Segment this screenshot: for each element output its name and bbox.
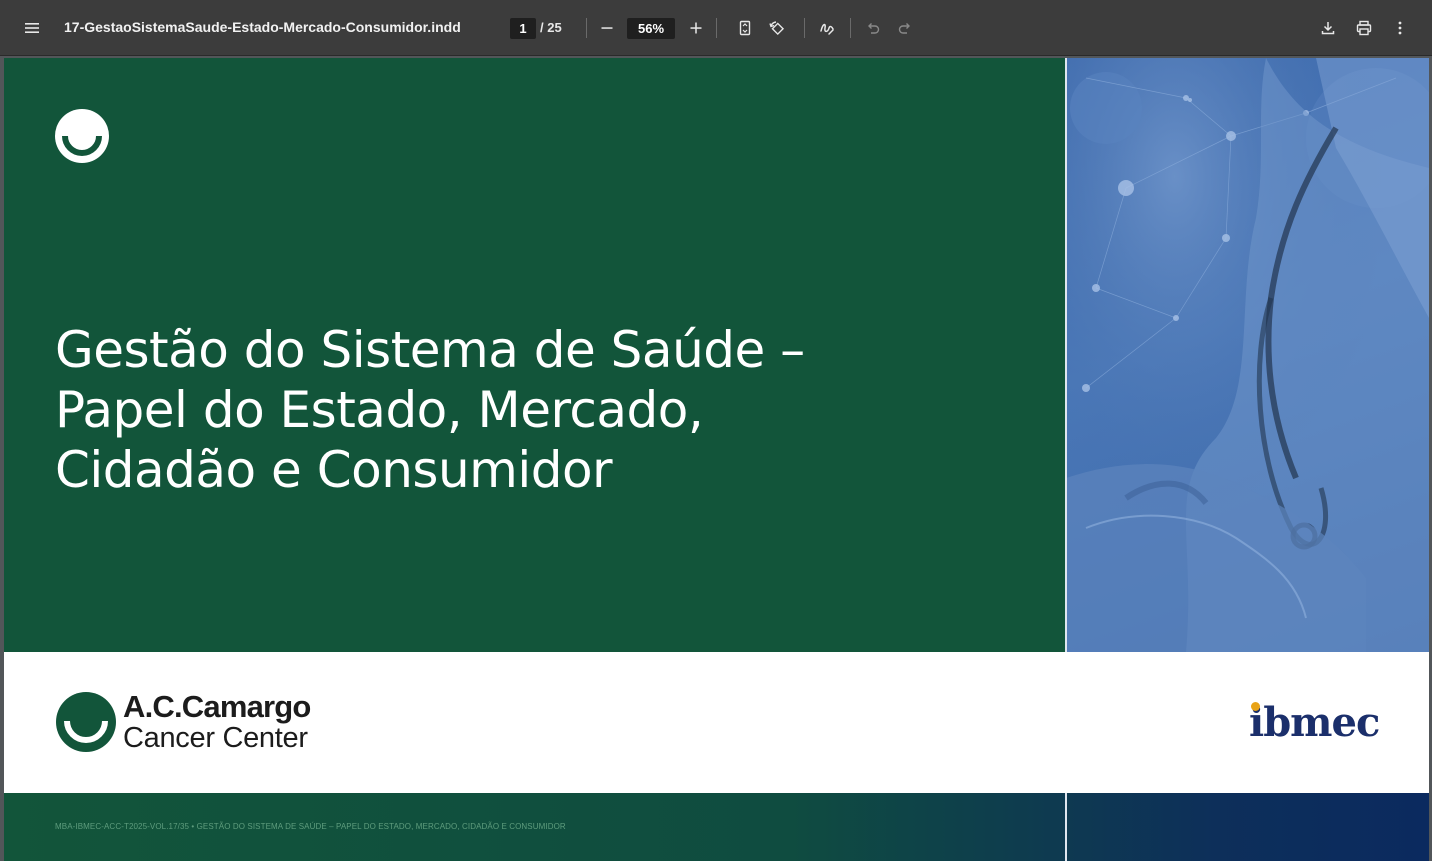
zoom-out-icon[interactable] xyxy=(592,13,622,43)
footer-text: MBA-IBMEC-ACC-T2025-VOL.17/35 • GESTÃO D… xyxy=(55,822,566,831)
page-number-input[interactable]: 1 xyxy=(510,18,536,39)
page-total: / 25 xyxy=(540,20,562,35)
menu-icon[interactable] xyxy=(17,13,47,43)
document-title: 17-GestaoSistemaSaude-Estado-Mercado-Con… xyxy=(64,19,461,35)
toolbar-divider xyxy=(716,18,717,38)
undo-icon[interactable] xyxy=(858,13,888,43)
acc-camargo-logo: A.C.Camargo Cancer Center xyxy=(55,690,311,754)
acc-subtitle: Cancer Center xyxy=(123,722,308,754)
pdf-toolbar: 17-GestaoSistemaSaude-Estado-Mercado-Con… xyxy=(0,0,1432,56)
toolbar-divider xyxy=(804,18,805,38)
cover-title-line: Cidadão e Consumidor xyxy=(55,441,613,499)
toolbar-divider xyxy=(586,18,587,38)
doctor-image xyxy=(1066,58,1429,652)
acc-name: A.C.Camargo xyxy=(123,689,311,724)
cover-photo xyxy=(1066,58,1429,652)
acc-smile-logo-icon xyxy=(55,109,109,163)
toolbar-divider xyxy=(850,18,851,38)
footer-divider xyxy=(1065,793,1067,861)
zoom-level-input[interactable]: 56% xyxy=(627,18,675,39)
panel-divider xyxy=(1065,58,1067,652)
download-icon[interactable] xyxy=(1313,13,1343,43)
fit-page-icon[interactable] xyxy=(730,13,760,43)
print-icon[interactable] xyxy=(1349,13,1379,43)
annotate-icon[interactable] xyxy=(812,13,842,43)
zoom-in-icon[interactable] xyxy=(681,13,711,43)
ibmec-dot-icon xyxy=(1251,702,1260,711)
acc-wordmark: A.C.Camargo Cancer Center xyxy=(123,690,311,754)
ibmec-logo: ibmec xyxy=(1249,698,1380,748)
more-vert-icon[interactable] xyxy=(1385,13,1415,43)
ibmec-wordmark: ibmec xyxy=(1249,699,1380,746)
cover-title-line: Gestão do Sistema de Saúde – xyxy=(55,321,805,379)
pdf-page: Gestão do Sistema de Saúde – Papel do Es… xyxy=(4,58,1429,861)
rotate-icon[interactable] xyxy=(762,13,792,43)
redo-icon[interactable] xyxy=(890,13,920,43)
cover-title: Gestão do Sistema de Saúde – Papel do Es… xyxy=(55,320,955,500)
acc-mark-icon xyxy=(56,692,116,752)
cover-title-line: Papel do Estado, Mercado, xyxy=(55,381,704,439)
pdf-viewer[interactable]: Gestão do Sistema de Saúde – Papel do Es… xyxy=(0,57,1432,861)
